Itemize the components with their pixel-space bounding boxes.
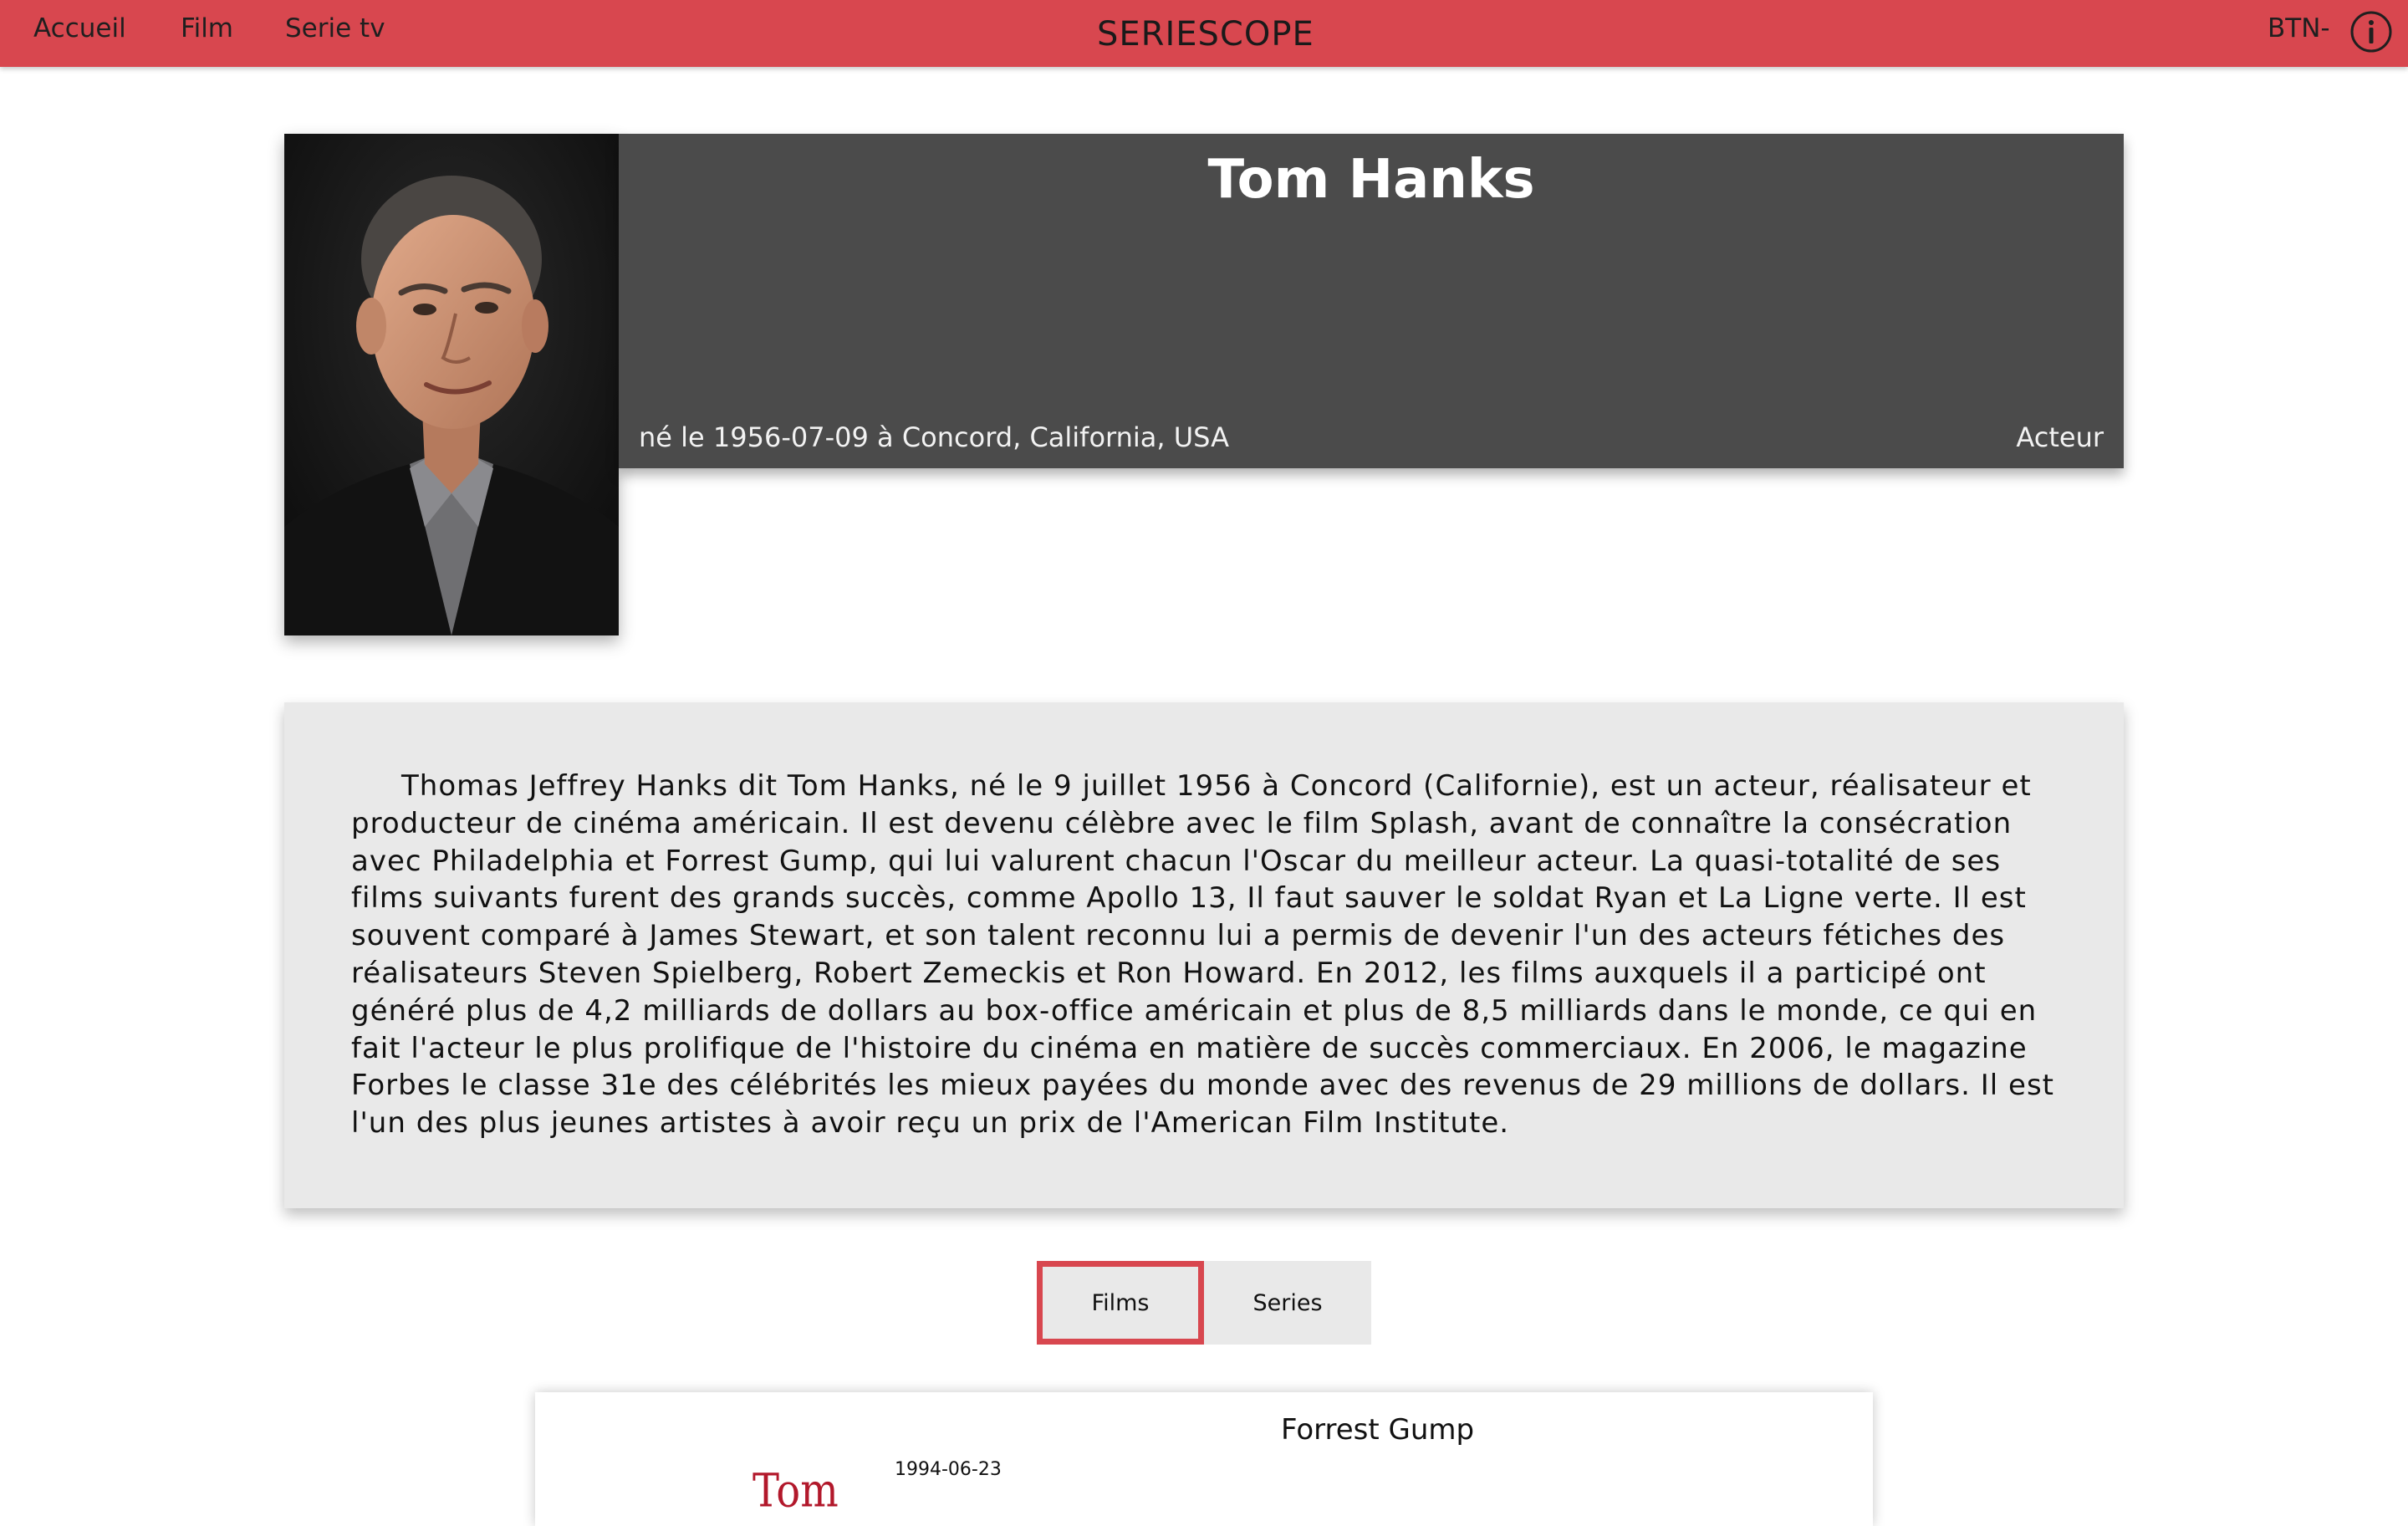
btn-toggle[interactable]: BTN-: [2268, 13, 2330, 43]
top-navbar: Accueil Film Serie tv SERIESCOPE BTN-: [0, 0, 2408, 67]
person-role: Acteur: [2016, 421, 2104, 453]
film-poster: Tom: [752, 1463, 839, 1518]
person-header: Tom Hanks né le 1956-07-09 à Concord, Ca…: [619, 134, 2124, 468]
nav-link-accueil[interactable]: Accueil: [33, 13, 126, 43]
nav-link-serie-tv[interactable]: Serie tv: [285, 13, 385, 43]
person-name: Tom Hanks: [1207, 149, 1535, 211]
film-title[interactable]: Forrest Gump: [1281, 1413, 1474, 1447]
birth-info: né le 1956-07-09 à Concord, California, …: [639, 421, 1229, 453]
tab-series[interactable]: Series: [1204, 1261, 1371, 1345]
person-photo: [284, 134, 619, 635]
biography-text: Thomas Jeffrey Hanks dit Tom Hanks, né l…: [351, 769, 2055, 1141]
tab-films[interactable]: Films: [1037, 1261, 1204, 1345]
brand-logo[interactable]: SERIESCOPE: [1097, 15, 1314, 54]
film-release-date: 1994-06-23: [895, 1459, 1002, 1480]
film-card[interactable]: Tom 1994-06-23 Forrest Gump: [535, 1392, 1873, 1526]
nav-link-film[interactable]: Film: [181, 13, 233, 43]
info-circle-icon[interactable]: [2349, 10, 2393, 54]
biography-card: Thomas Jeffrey Hanks dit Tom Hanks, né l…: [284, 702, 2124, 1208]
